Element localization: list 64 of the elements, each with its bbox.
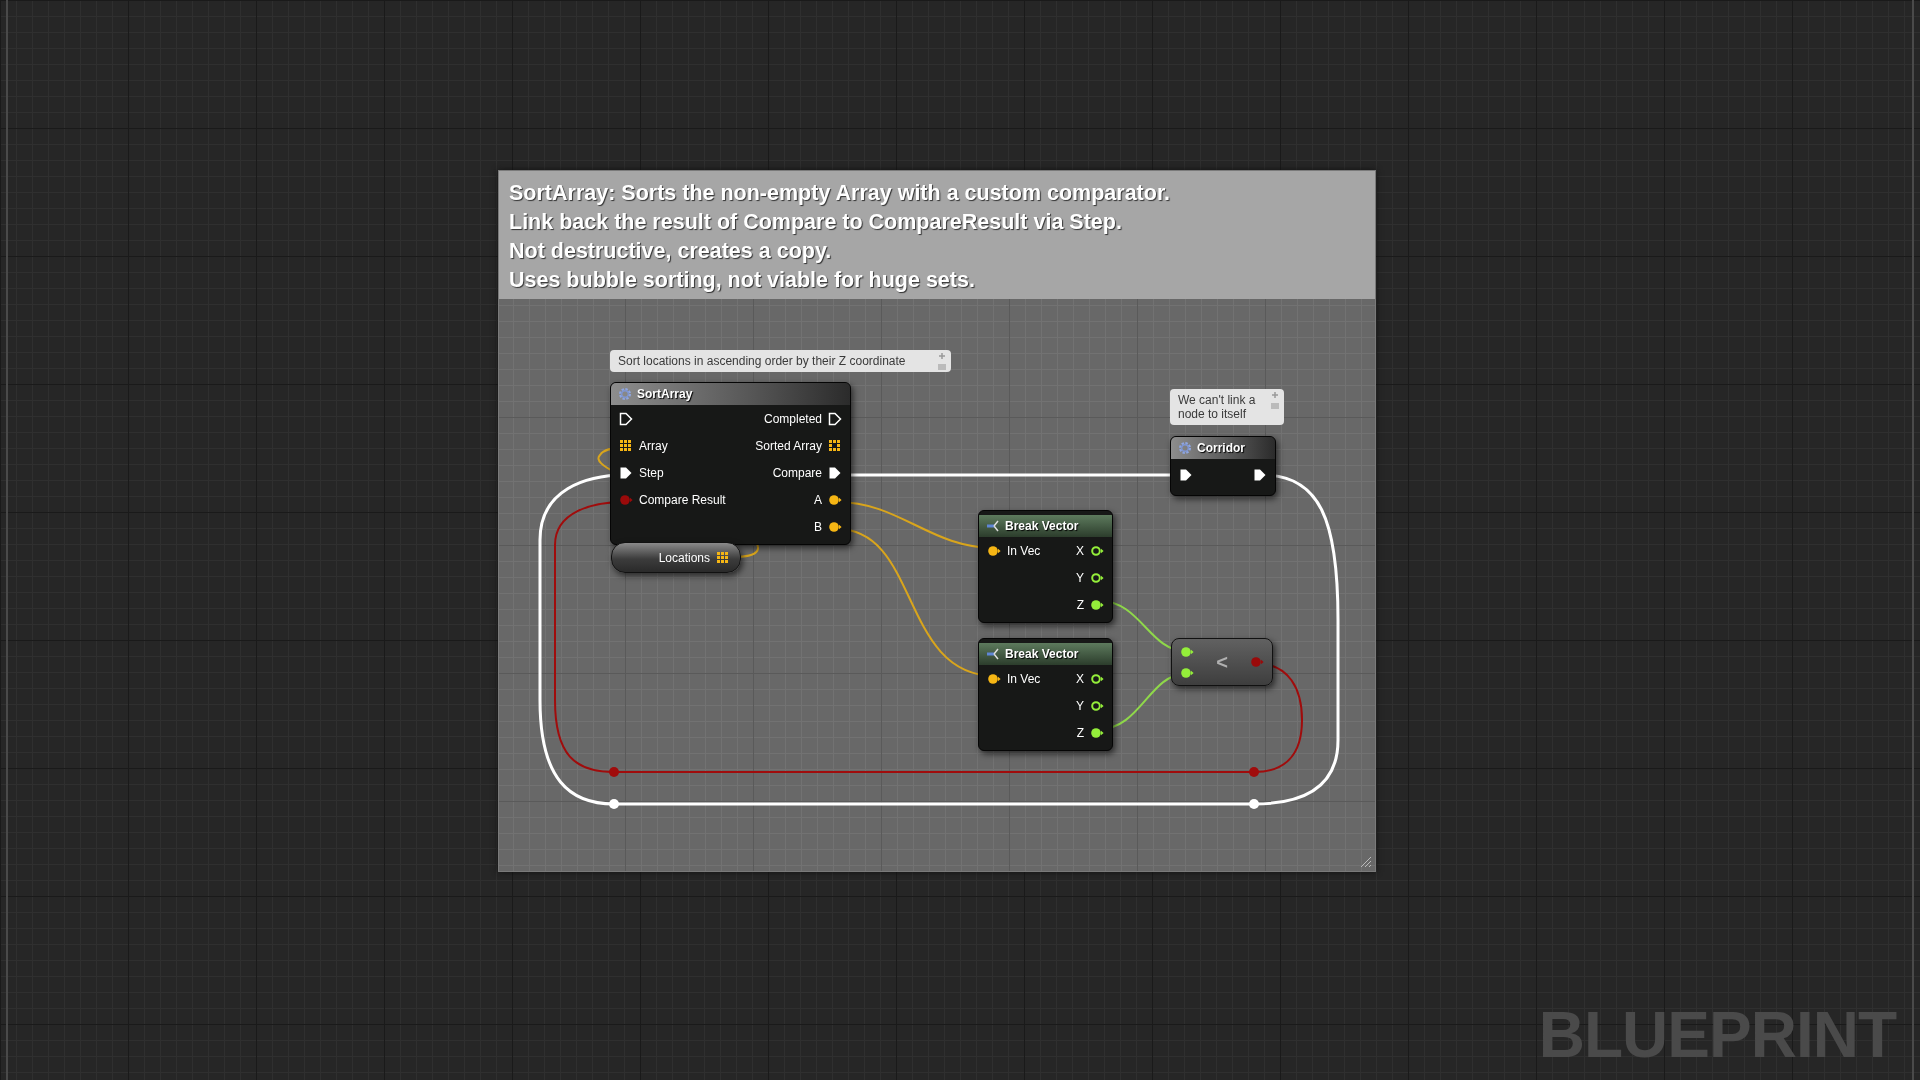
exec-pin-icon[interactable]	[1179, 468, 1193, 482]
node-body[interactable]: SortArray Completed Array Sorted Array Step Compare Compare Result A B	[610, 382, 851, 545]
array-pin-icon[interactable]	[828, 438, 842, 453]
gear-icon	[1178, 441, 1192, 455]
exec-pin-icon[interactable]	[1253, 468, 1267, 482]
data-pin-icon[interactable]	[1180, 644, 1194, 659]
pin-label: Completed	[763, 411, 822, 426]
operator-symbol: <	[1215, 650, 1229, 674]
comment-text: Uses bubble sorting, not viable for huge sets.	[509, 267, 976, 294]
pin-label: Y	[1076, 570, 1084, 585]
data-pin-icon[interactable]	[828, 519, 842, 534]
pin-label: Z	[1076, 597, 1084, 612]
split-arrows-icon	[986, 647, 1000, 661]
pin-label: Array	[639, 438, 668, 453]
node-title: Corridor	[1197, 441, 1245, 455]
node-body[interactable]: Break Vector In Vec X Y Z	[978, 510, 1113, 623]
pin-label: Z	[1076, 725, 1084, 740]
data-pin-icon[interactable]	[1180, 665, 1194, 680]
pin-label: Step	[639, 465, 664, 480]
data-pin-icon[interactable]	[1090, 543, 1104, 558]
data-pin-icon[interactable]	[1090, 725, 1104, 740]
array-pin-icon[interactable]	[619, 438, 633, 453]
comment-bubble: We can't link a node to itself	[1170, 389, 1284, 425]
data-pin-icon[interactable]	[1090, 698, 1104, 713]
exec-pin-icon[interactable]	[619, 465, 633, 480]
node-body[interactable]: Break Vector In Vec X Y Z	[978, 638, 1113, 751]
pin-label: Compare Result	[639, 492, 726, 507]
pin-label: Compare	[772, 465, 822, 480]
comment-bubble: Sort locations in ascending order by their Z coordinate	[610, 350, 951, 372]
pin-label: In Vec	[1007, 671, 1041, 686]
resize-grip-icon[interactable]	[1360, 856, 1372, 868]
pin-label: In Vec	[1007, 543, 1041, 558]
reroute-node[interactable]	[609, 799, 619, 809]
data-pin-icon[interactable]	[1090, 570, 1104, 585]
exec-pin-icon[interactable]	[828, 465, 842, 480]
gear-icon	[618, 387, 632, 401]
reroute-node[interactable]	[1249, 799, 1259, 809]
comment-text: Not destructive, creates a copy.	[509, 238, 833, 265]
array-pin-icon[interactable]	[716, 550, 730, 565]
pin-label: Sorted Array	[755, 438, 822, 453]
node-body[interactable]: Corridor	[1170, 436, 1276, 496]
pin-label: X	[1076, 543, 1084, 558]
reroute-node[interactable]	[609, 767, 619, 777]
node-title: Break Vector	[1005, 519, 1079, 533]
data-pin-icon[interactable]	[987, 671, 1001, 686]
pin-label: Y	[1076, 698, 1084, 713]
exec-pin-icon[interactable]	[619, 411, 633, 426]
comment-text: SortArray: Sorts the non-empty Array with a custom comparator.	[509, 180, 1172, 207]
pin-label: A	[814, 492, 822, 507]
split-arrows-icon	[986, 519, 1000, 533]
reroute-node[interactable]	[1249, 767, 1259, 777]
node-title: Locations	[658, 550, 710, 565]
data-pin-icon[interactable]	[1090, 597, 1104, 612]
exec-pin-icon[interactable]	[828, 411, 842, 426]
comment-text: Link back the result of Compare to CompareResult via Step.	[509, 209, 1123, 236]
data-pin-icon[interactable]	[987, 543, 1001, 558]
node-title: Break Vector	[1005, 647, 1079, 661]
pin-label: X	[1076, 671, 1084, 686]
data-pin-icon[interactable]	[828, 492, 842, 507]
variable-node[interactable]: Locations	[611, 542, 741, 573]
pin-label: B	[814, 519, 822, 534]
operator-node[interactable]: <	[1171, 638, 1273, 686]
data-pin-icon[interactable]	[1090, 671, 1104, 686]
node-title: SortArray	[637, 387, 693, 401]
